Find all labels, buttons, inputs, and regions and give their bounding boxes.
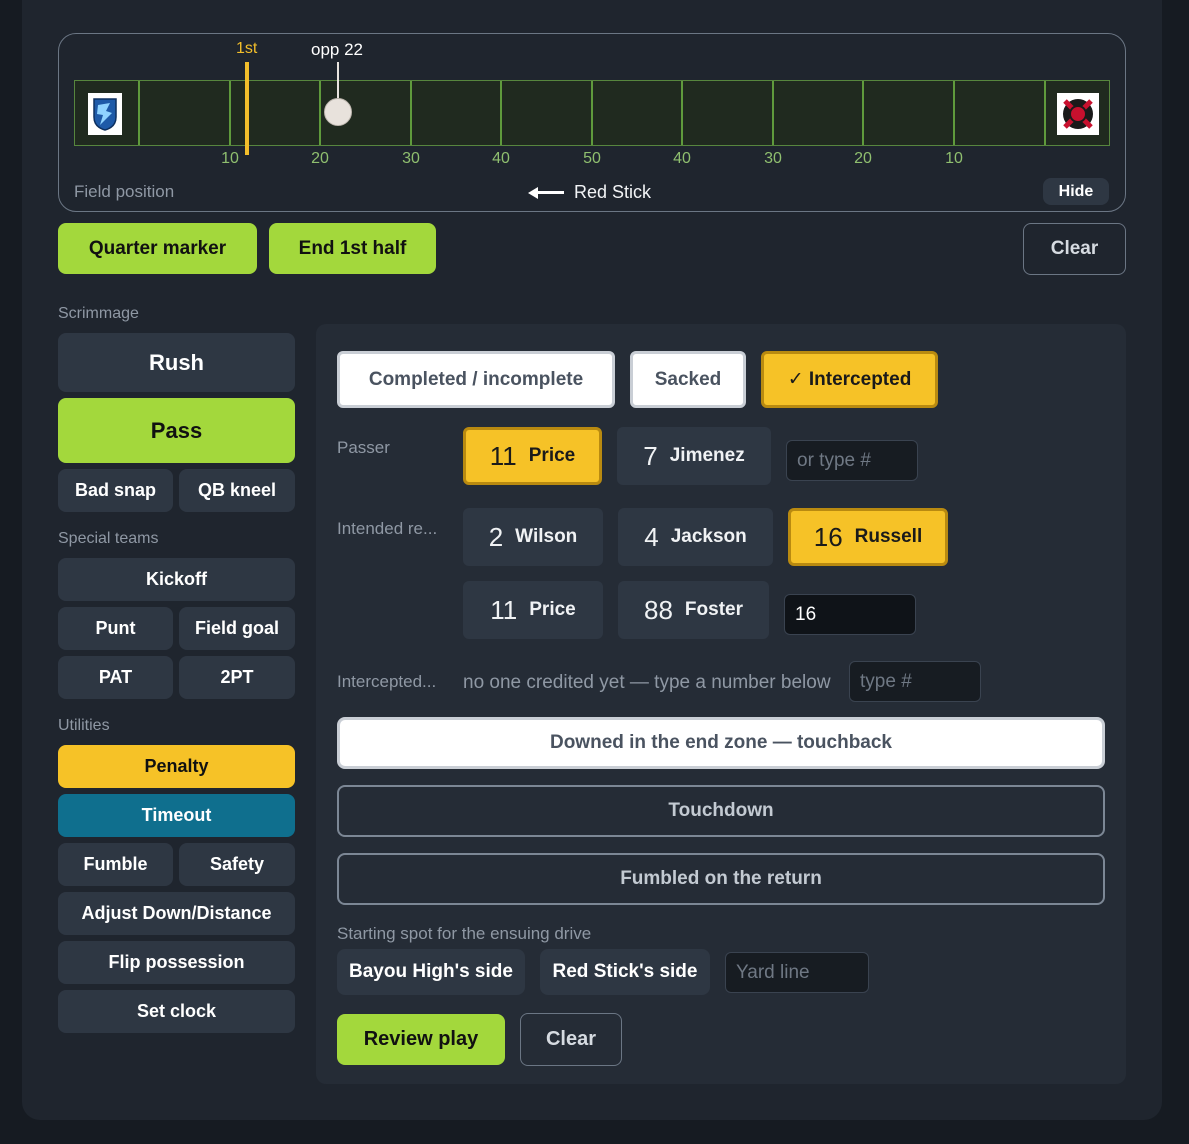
- arrow-left-icon: [528, 186, 564, 199]
- receiver-option[interactable]: 88 Foster: [618, 581, 769, 639]
- scrimmage-label: Scrimmage: [58, 305, 139, 322]
- first-down-label: 1st: [236, 40, 258, 57]
- interceptor-number-input[interactable]: [849, 661, 981, 702]
- away-team-logo-icon: [1057, 93, 1099, 135]
- goal-line: [1044, 81, 1046, 145]
- ball-spot-label: opp 22: [311, 40, 363, 59]
- yard-number: 40: [673, 150, 691, 167]
- safety-button[interactable]: Safety: [179, 843, 295, 886]
- yard-line: [681, 81, 683, 145]
- home-side-button[interactable]: Bayou High's side: [337, 949, 525, 995]
- touchdown-button[interactable]: Touchdown: [337, 785, 1105, 837]
- player-name: Jackson: [670, 526, 747, 547]
- receiver-option[interactable]: 11 Price: [463, 581, 603, 639]
- qb-kneel-button[interactable]: QB kneel: [179, 469, 295, 512]
- receiver-option[interactable]: 4 Jackson: [618, 508, 773, 566]
- special-teams-label: Special teams: [58, 530, 159, 547]
- pat-button[interactable]: PAT: [58, 656, 173, 699]
- yard-line-input[interactable]: [725, 952, 869, 993]
- fumble-button[interactable]: Fumble: [58, 843, 173, 886]
- pass-button[interactable]: Pass: [58, 398, 295, 463]
- yard-number: 10: [221, 150, 239, 167]
- utilities-label: Utilities: [58, 717, 110, 734]
- yard-line: [500, 81, 502, 145]
- touchback-button[interactable]: Downed in the end zone — touchback: [337, 717, 1105, 769]
- clear-play-button[interactable]: Clear: [520, 1013, 622, 1066]
- passer-option[interactable]: 7 Jimenez: [617, 427, 771, 485]
- penalty-button[interactable]: Penalty: [58, 745, 295, 788]
- mode-sacked-button[interactable]: Sacked: [630, 351, 746, 408]
- yard-number: 30: [764, 150, 782, 167]
- player-name: Foster: [684, 599, 743, 620]
- yard-number: 40: [492, 150, 510, 167]
- mode-completed-button[interactable]: Completed / incomplete: [337, 351, 615, 408]
- passer-option[interactable]: 11 Price: [463, 427, 602, 485]
- passer-label: Passer: [337, 438, 390, 457]
- adjust-down-distance-button[interactable]: Adjust Down/Distance: [58, 892, 295, 935]
- yard-line: [591, 81, 593, 145]
- mode-intercepted-button[interactable]: ✓ Intercepted: [761, 351, 938, 408]
- receiver-option[interactable]: 2 Wilson: [463, 508, 603, 566]
- fumbled-return-button[interactable]: Fumbled on the return: [337, 853, 1105, 905]
- end-half-button[interactable]: End 1st half: [269, 223, 436, 274]
- two-point-button[interactable]: 2PT: [179, 656, 295, 699]
- yard-number: 10: [945, 150, 963, 167]
- hide-field-button[interactable]: Hide: [1043, 178, 1109, 205]
- receiver-number-input[interactable]: [784, 594, 916, 635]
- player-name: Price: [529, 599, 576, 620]
- set-clock-button[interactable]: Set clock: [58, 990, 295, 1033]
- yard-number: 50: [583, 150, 601, 167]
- interception-credit-note: no one credited yet — type a number belo…: [463, 672, 831, 693]
- yard-number: 20: [854, 150, 872, 167]
- drive-direction: Red Stick: [528, 182, 651, 203]
- home-team-logo-icon: [88, 93, 122, 135]
- punt-button[interactable]: Punt: [58, 607, 173, 650]
- yard-line: [772, 81, 774, 145]
- receiver-option[interactable]: 16 Russell: [788, 508, 948, 566]
- intended-receiver-label: Intended re...: [337, 519, 438, 538]
- player-name: Wilson: [515, 526, 578, 547]
- field-goal-button[interactable]: Field goal: [179, 607, 295, 650]
- goal-line: [138, 81, 140, 145]
- yard-line: [410, 81, 412, 145]
- quarter-marker-button[interactable]: Quarter marker: [58, 223, 257, 274]
- yard-number: 20: [311, 150, 329, 167]
- player-name: Jimenez: [669, 445, 745, 466]
- player-number: 16: [813, 521, 843, 552]
- yard-line: [862, 81, 864, 145]
- player-number: 7: [643, 440, 658, 471]
- player-name: Russell: [854, 526, 923, 547]
- field-position-caption: Field position: [74, 182, 175, 201]
- first-down-marker: [245, 62, 249, 155]
- football-field: [74, 80, 1110, 146]
- direction-team-label: Red Stick: [574, 182, 652, 202]
- yard-number: 30: [402, 150, 420, 167]
- review-play-button[interactable]: Review play: [337, 1014, 505, 1065]
- clear-top-button[interactable]: Clear: [1023, 223, 1126, 275]
- player-number: 2: [488, 521, 504, 552]
- player-name: Price: [528, 445, 576, 466]
- rush-button[interactable]: Rush: [58, 333, 295, 392]
- ball-spot-pointer: [337, 62, 339, 98]
- flip-possession-button[interactable]: Flip possession: [58, 941, 295, 984]
- passer-number-input[interactable]: [786, 440, 918, 481]
- kickoff-button[interactable]: Kickoff: [58, 558, 295, 601]
- timeout-button[interactable]: Timeout: [58, 794, 295, 837]
- player-number: 11: [490, 594, 518, 625]
- yard-line: [319, 81, 321, 145]
- ball-marker[interactable]: [324, 98, 352, 126]
- intercepted-by-label: Intercepted...: [337, 672, 437, 691]
- player-number: 88: [644, 594, 673, 625]
- bad-snap-button[interactable]: Bad snap: [58, 469, 173, 512]
- yard-line: [229, 81, 231, 145]
- away-side-button[interactable]: Red Stick's side: [540, 949, 710, 995]
- player-number: 11: [489, 440, 517, 471]
- yard-line: [953, 81, 955, 145]
- starting-spot-label: Starting spot for the ensuing drive: [337, 924, 592, 943]
- player-number: 4: [644, 521, 659, 552]
